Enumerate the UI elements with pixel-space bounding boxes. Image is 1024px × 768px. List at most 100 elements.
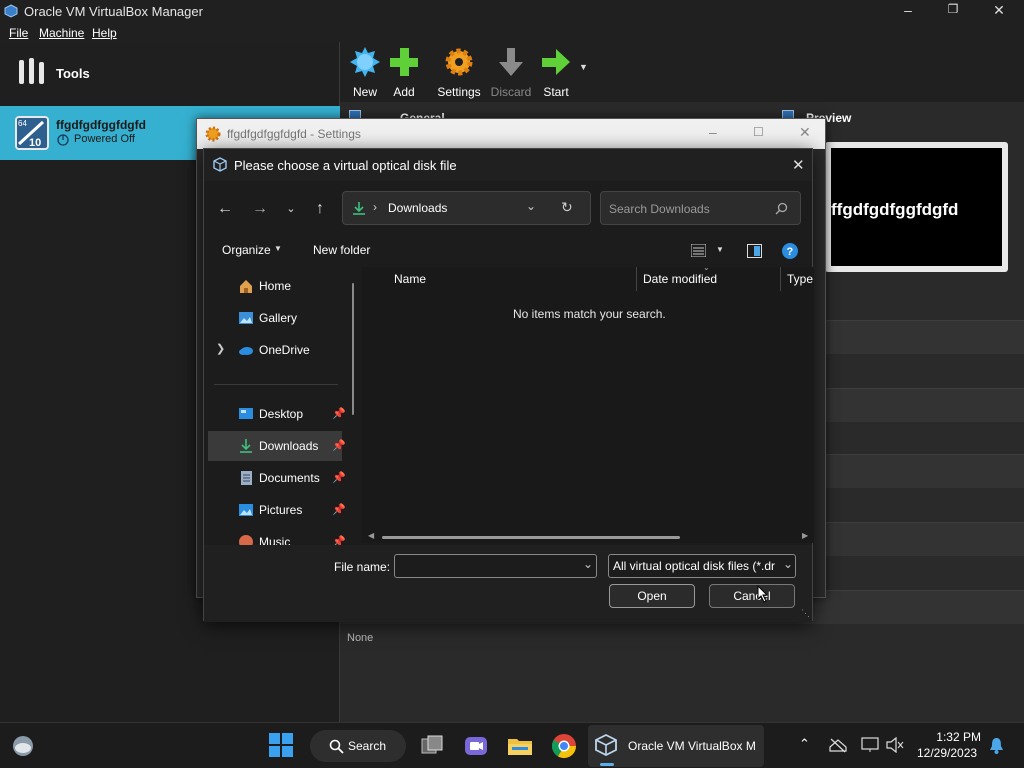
file-type-filter[interactable]: All virtual optical disk files (*.dr ⌄ [608,554,796,578]
nav-item-gallery[interactable]: Gallery [208,303,342,333]
new-folder-button[interactable]: New folder [313,243,370,257]
nav-item-home[interactable]: Home [208,271,342,301]
cancel-button[interactable]: Cancel [709,584,795,608]
back-arrow-icon[interactable]: ← [212,199,238,219]
column-headers: Name ⌄ Date modified Type [362,263,814,292]
menu-file[interactable]: File [9,26,28,40]
minimize-icon[interactable]: – [898,2,918,20]
refresh-icon[interactable]: ↻ [561,199,573,216]
search-placeholder: Search Downloads [609,202,710,216]
file-name-input[interactable]: ⌄ [394,554,597,578]
forward-arrow-icon[interactable]: → [247,199,273,219]
up-arrow-icon[interactable]: ↑ [307,199,333,219]
discard-button[interactable]: Discard [486,46,536,99]
active-app-indicator [600,763,614,766]
teams-chat-icon[interactable] [462,732,490,760]
start-button[interactable]: Start [531,46,581,99]
chrome-icon[interactable] [550,732,578,760]
weather-widget-icon[interactable] [10,733,38,761]
nav-item-downloads[interactable]: Downloads 📌 [208,431,346,461]
address-dropdown-icon[interactable]: ⌄ [526,199,536,213]
organize-dropdown-icon[interactable]: ▼ [274,244,282,253]
settings-minimize-icon[interactable]: – [709,124,717,140]
column-name[interactable]: Name [394,272,426,286]
recent-locations-chevron-icon[interactable]: ⌄ [278,199,304,219]
file-dialog-titlebar: Please choose a virtual optical disk fil… [204,149,812,181]
column-date-modified[interactable]: Date modified [643,272,717,286]
nav-item-desktop[interactable]: Desktop 📌 [208,399,346,429]
file-explorer-icon[interactable] [506,732,534,760]
svg-text:?: ? [787,246,794,258]
windows10-vm-icon: 64 10 [15,116,49,150]
power-off-icon [57,134,69,146]
organize-button[interactable]: Organize [222,243,271,257]
gallery-icon [239,312,253,324]
scroll-left-icon[interactable]: ◀ [368,531,374,540]
file-list: Name ⌄ Date modified Type No items match… [362,263,814,543]
search-icon [775,202,788,215]
menu-machine[interactable]: Machine [39,26,84,40]
taskbar-search-box[interactable]: Search [310,730,406,762]
network-disconnected-icon[interactable] [829,737,847,753]
preview-pane-icon[interactable] [747,244,762,258]
clock-date[interactable]: 12/29/2023 [917,746,977,760]
settings-dialog-title: ffgdfgdfggfdgfd - Settings [227,127,361,141]
close-icon[interactable]: ✕ [989,2,1009,20]
file-name-label: File name: [334,560,391,574]
windows-start-icon[interactable] [268,732,296,760]
scroll-right-icon[interactable]: ▶ [802,531,808,540]
file-dialog-title: Please choose a virtual optical disk fil… [234,158,457,173]
settings-close-icon[interactable]: ✕ [799,124,811,141]
search-icon [329,739,344,754]
file-open-dialog: Please choose a virtual optical disk fil… [203,148,814,622]
address-downloads[interactable]: Downloads [388,201,447,215]
horizontal-scrollbar-thumb[interactable] [382,536,680,539]
file-type-filter-value: All virtual optical disk files (*.dr [613,559,776,573]
display-icon[interactable] [861,737,879,753]
nav-scrollbar[interactable] [352,283,354,415]
pin-icon: 📌 [332,440,346,452]
open-button[interactable]: Open [609,584,695,608]
menu-help[interactable]: Help [92,26,117,40]
resize-grip-icon[interactable]: ⋱ [801,608,810,619]
virtualbox-logo-icon [4,4,18,18]
column-divider[interactable] [636,267,637,291]
task-view-icon[interactable] [418,732,446,760]
file-dialog-close-icon[interactable]: ✕ [792,156,805,174]
search-box[interactable]: Search Downloads [600,191,801,225]
pictures-icon [239,504,253,516]
file-type-dropdown-icon[interactable]: ⌄ [781,557,794,571]
settings-maximize-icon[interactable]: ☐ [753,125,764,139]
restore-icon[interactable]: ❐ [943,2,963,20]
preview-frame: ffgdfgdfggfdgfd [825,142,1008,272]
view-dropdown-icon[interactable]: ▼ [716,245,724,254]
view-list-icon[interactable] [691,244,706,257]
preview-vm-name: ffgdfgdfggfdgfd [831,200,959,219]
expand-chevron-icon[interactable]: ❯ [216,342,225,355]
tools-item[interactable]: Tools [0,42,340,106]
column-type[interactable]: Type [787,272,813,286]
desktop-icon [239,408,253,419]
downloads-icon [240,439,252,453]
tools-label: Tools [56,66,90,81]
settings-button[interactable]: Settings [434,46,484,99]
nav-item-pictures[interactable]: Pictures 📌 [208,495,346,525]
help-icon[interactable]: ? [782,243,798,259]
notification-bell-icon[interactable] [989,737,1004,754]
file-name-dropdown-icon[interactable]: ⌄ [583,557,593,571]
clock-time[interactable]: 1:32 PM [935,730,981,744]
column-divider[interactable] [780,267,781,291]
start-dropdown-icon[interactable]: ▼ [579,62,588,72]
settings-gear-icon [445,48,473,76]
pin-icon: 📌 [332,536,346,545]
address-bar[interactable]: › Downloads ⌄ ↻ [342,191,591,225]
nav-item-music[interactable]: Music 📌 [208,527,346,545]
downloads-folder-icon [353,202,365,215]
nav-item-onedrive[interactable]: ❯ OneDrive [208,335,342,365]
dialog-footer: File name: ⌄ All virtual optical disk fi… [204,545,812,622]
add-button[interactable]: Add [379,46,429,99]
volume-muted-icon[interactable] [886,737,904,753]
show-hidden-icons-chevron-icon[interactable]: ⌃ [799,736,810,752]
nav-item-documents[interactable]: Documents 📌 [208,463,346,493]
taskbar-virtualbox-app[interactable]: Oracle VM VirtualBox M [588,725,764,767]
